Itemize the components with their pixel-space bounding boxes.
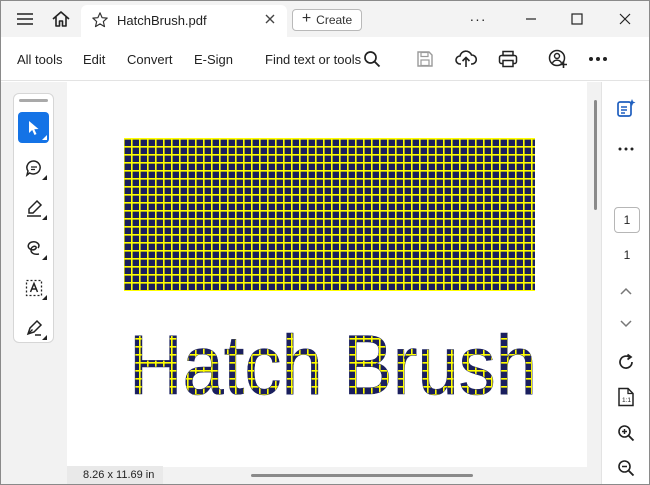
home-icon[interactable] bbox=[47, 1, 75, 37]
fit-page-icon[interactable]: 1:1 bbox=[614, 385, 638, 409]
page-content: Hatch Brush bbox=[124, 138, 537, 412]
sign-tool-button[interactable] bbox=[18, 312, 49, 343]
close-window-button[interactable] bbox=[605, 1, 645, 37]
menu-e-sign[interactable]: E-Sign bbox=[194, 52, 233, 67]
right-rail: 1 1 1:1 bbox=[601, 82, 649, 484]
draw-tool-button[interactable] bbox=[18, 232, 49, 263]
rail-more-icon[interactable] bbox=[614, 137, 638, 161]
star-icon[interactable] bbox=[91, 11, 109, 34]
share-user-icon[interactable] bbox=[546, 47, 570, 71]
hatched-heading: Hatch Brush bbox=[129, 318, 537, 412]
app-window: HatchBrush.pdf + Create ··· All tools Ed… bbox=[0, 0, 650, 485]
minimize-button[interactable] bbox=[511, 1, 551, 37]
cursor-icon bbox=[28, 120, 38, 135]
create-button[interactable]: + Create bbox=[292, 9, 362, 31]
main-toolbar: All tools Edit Convert E-Sign Find text … bbox=[1, 37, 649, 81]
total-pages: 1 bbox=[623, 248, 631, 262]
previous-page-icon[interactable] bbox=[614, 279, 638, 303]
menu-convert[interactable]: Convert bbox=[127, 52, 173, 67]
zoom-out-icon[interactable] bbox=[614, 456, 638, 480]
horizontal-scroll-thumb[interactable] bbox=[251, 474, 473, 477]
plus-icon: + bbox=[301, 10, 312, 27]
comment-icon bbox=[25, 159, 41, 177]
pdf-page: Hatch Brush bbox=[67, 82, 587, 467]
find-text-or-tools[interactable]: Find text or tools bbox=[265, 52, 361, 67]
next-page-icon[interactable] bbox=[614, 312, 638, 336]
page-size-label: 8.26 x 11.69 in bbox=[67, 466, 163, 484]
text-select-tool-button[interactable] bbox=[18, 272, 49, 303]
maximize-button[interactable] bbox=[557, 1, 597, 37]
vertical-scrollbar[interactable] bbox=[594, 100, 597, 210]
highlight-tool-button[interactable] bbox=[18, 192, 49, 223]
tab-overflow-button[interactable]: ··· bbox=[463, 1, 493, 37]
text-box-icon bbox=[25, 279, 42, 296]
quick-tools-palette bbox=[13, 93, 54, 343]
palette-grip[interactable] bbox=[19, 99, 48, 102]
highlighter-icon bbox=[26, 199, 42, 217]
menu-edit[interactable]: Edit bbox=[83, 52, 105, 67]
hamburger-menu-icon[interactable] bbox=[11, 1, 39, 37]
hatched-rectangle bbox=[124, 138, 535, 291]
title-bar: HatchBrush.pdf + Create ··· bbox=[1, 1, 649, 37]
pen-nib-icon bbox=[26, 319, 42, 336]
menu-all-tools[interactable]: All tools bbox=[17, 52, 63, 67]
current-page-input[interactable]: 1 bbox=[614, 207, 640, 233]
save-icon[interactable] bbox=[413, 47, 437, 71]
tab-document[interactable]: HatchBrush.pdf bbox=[81, 5, 287, 37]
svg-text:1:1: 1:1 bbox=[622, 397, 631, 404]
more-options-icon[interactable] bbox=[586, 47, 610, 71]
document-canvas[interactable]: Hatch Brush 8.26 x 11.69 in bbox=[1, 82, 601, 484]
lasso-icon bbox=[27, 240, 40, 255]
tab-title: HatchBrush.pdf bbox=[117, 13, 207, 28]
comment-tool-button[interactable] bbox=[18, 152, 49, 183]
cloud-upload-icon[interactable] bbox=[454, 47, 478, 71]
create-label: Create bbox=[316, 13, 353, 27]
print-icon[interactable] bbox=[496, 47, 520, 71]
search-icon[interactable] bbox=[360, 47, 384, 71]
rotate-icon[interactable] bbox=[614, 350, 638, 374]
select-tool-button[interactable] bbox=[18, 112, 49, 143]
zoom-in-icon[interactable] bbox=[614, 421, 638, 445]
ai-assistant-icon[interactable] bbox=[614, 96, 638, 120]
close-tab-icon[interactable] bbox=[263, 12, 277, 31]
